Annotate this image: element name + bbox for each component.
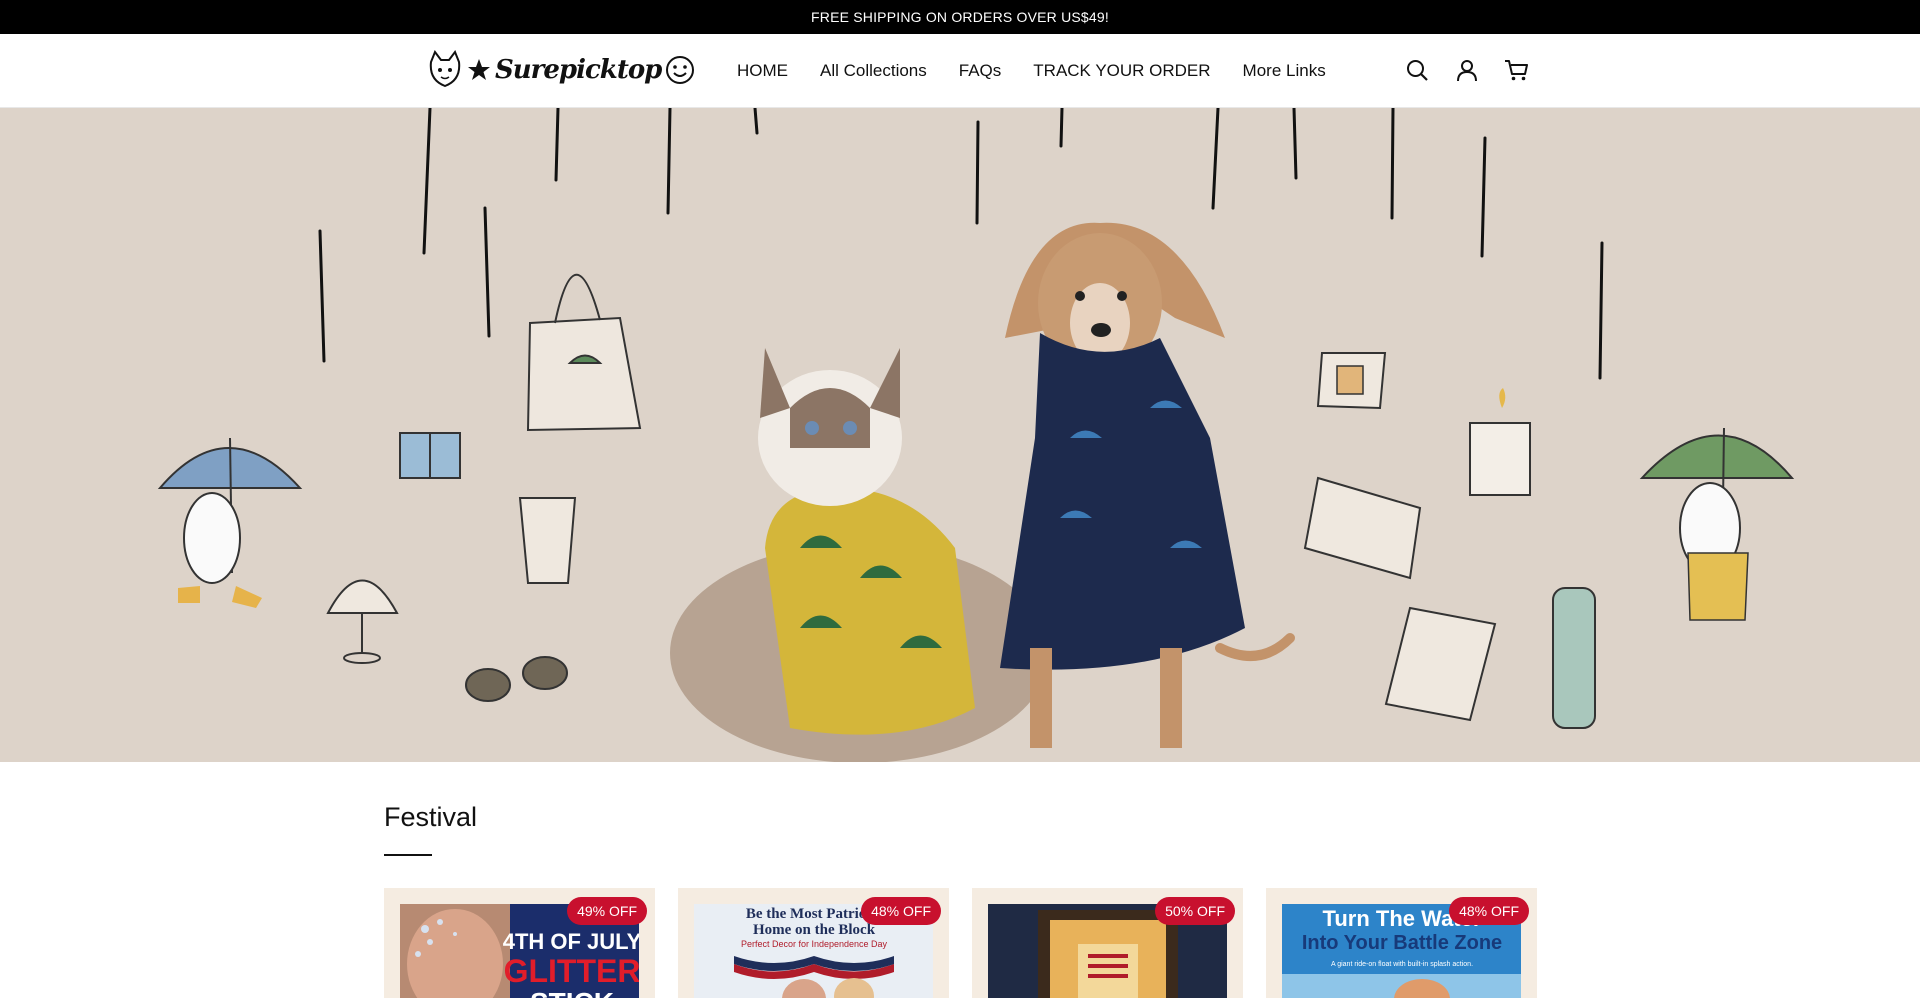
brand-name: Surepicktop xyxy=(495,55,662,85)
main-nav: HOME All Collections FAQs TRACK YOUR ORD… xyxy=(737,34,1326,108)
nav-home[interactable]: HOME xyxy=(737,61,788,81)
product-card[interactable]: 50% OFF xyxy=(972,888,1243,998)
logo-smiley-icon xyxy=(666,56,695,84)
search-icon[interactable] xyxy=(1403,56,1431,84)
nav-track-order[interactable]: TRACK YOUR ORDER xyxy=(1033,61,1210,81)
nav-more-links[interactable]: More Links xyxy=(1243,61,1326,81)
image-text-line-2: Into Your Battle Zone xyxy=(1302,932,1502,954)
image-text-line-2: Home on the Block xyxy=(753,922,876,938)
product-card[interactable]: 4TH OF JULY GLITTER STICK 49% OFF xyxy=(384,888,655,998)
hero-illustration xyxy=(157,108,1795,762)
product-card[interactable]: Be the Most Patriotic Home on the Block … xyxy=(678,888,949,998)
announcement-text: FREE SHIPPING ON ORDERS OVER US$49! xyxy=(811,9,1109,25)
discount-badge: 49% OFF xyxy=(567,897,647,925)
hero-banner[interactable] xyxy=(0,108,1920,762)
discount-badge: 48% OFF xyxy=(861,897,941,925)
nav-faqs[interactable]: FAQs xyxy=(959,61,1002,81)
account-icon[interactable] xyxy=(1453,56,1481,84)
nav-all-collections[interactable]: All Collections xyxy=(820,61,927,81)
discount-badge: 48% OFF xyxy=(1449,897,1529,925)
image-text-line-3: Perfect Decor for Independence Day xyxy=(741,939,888,949)
section-title: Festival xyxy=(384,802,478,832)
image-text-line-3: A giant ride-on float with built-in spla… xyxy=(1331,961,1473,968)
product-card[interactable]: Turn The Water Into Your Battle Zone A g… xyxy=(1266,888,1537,998)
logo-cat-icon xyxy=(429,50,461,88)
section-divider xyxy=(384,854,432,856)
brand-logo[interactable]: Surepicktop xyxy=(427,48,695,92)
header-icons xyxy=(1403,56,1531,84)
site-header: Surepicktop HOME All Collections FAQs TR… xyxy=(0,34,1920,108)
festival-section: Festival 4TH OF JULY GLITTER STICK 49% O… xyxy=(0,762,1920,998)
discount-badge: 50% OFF xyxy=(1155,897,1235,925)
image-text-line-1: 4TH OF JULY xyxy=(503,929,639,954)
image-text-line-2: GLITTER xyxy=(504,953,639,989)
cart-icon[interactable] xyxy=(1503,56,1531,84)
announcement-bar: FREE SHIPPING ON ORDERS OVER US$49! xyxy=(0,0,1920,34)
logo-star-icon xyxy=(468,59,490,80)
